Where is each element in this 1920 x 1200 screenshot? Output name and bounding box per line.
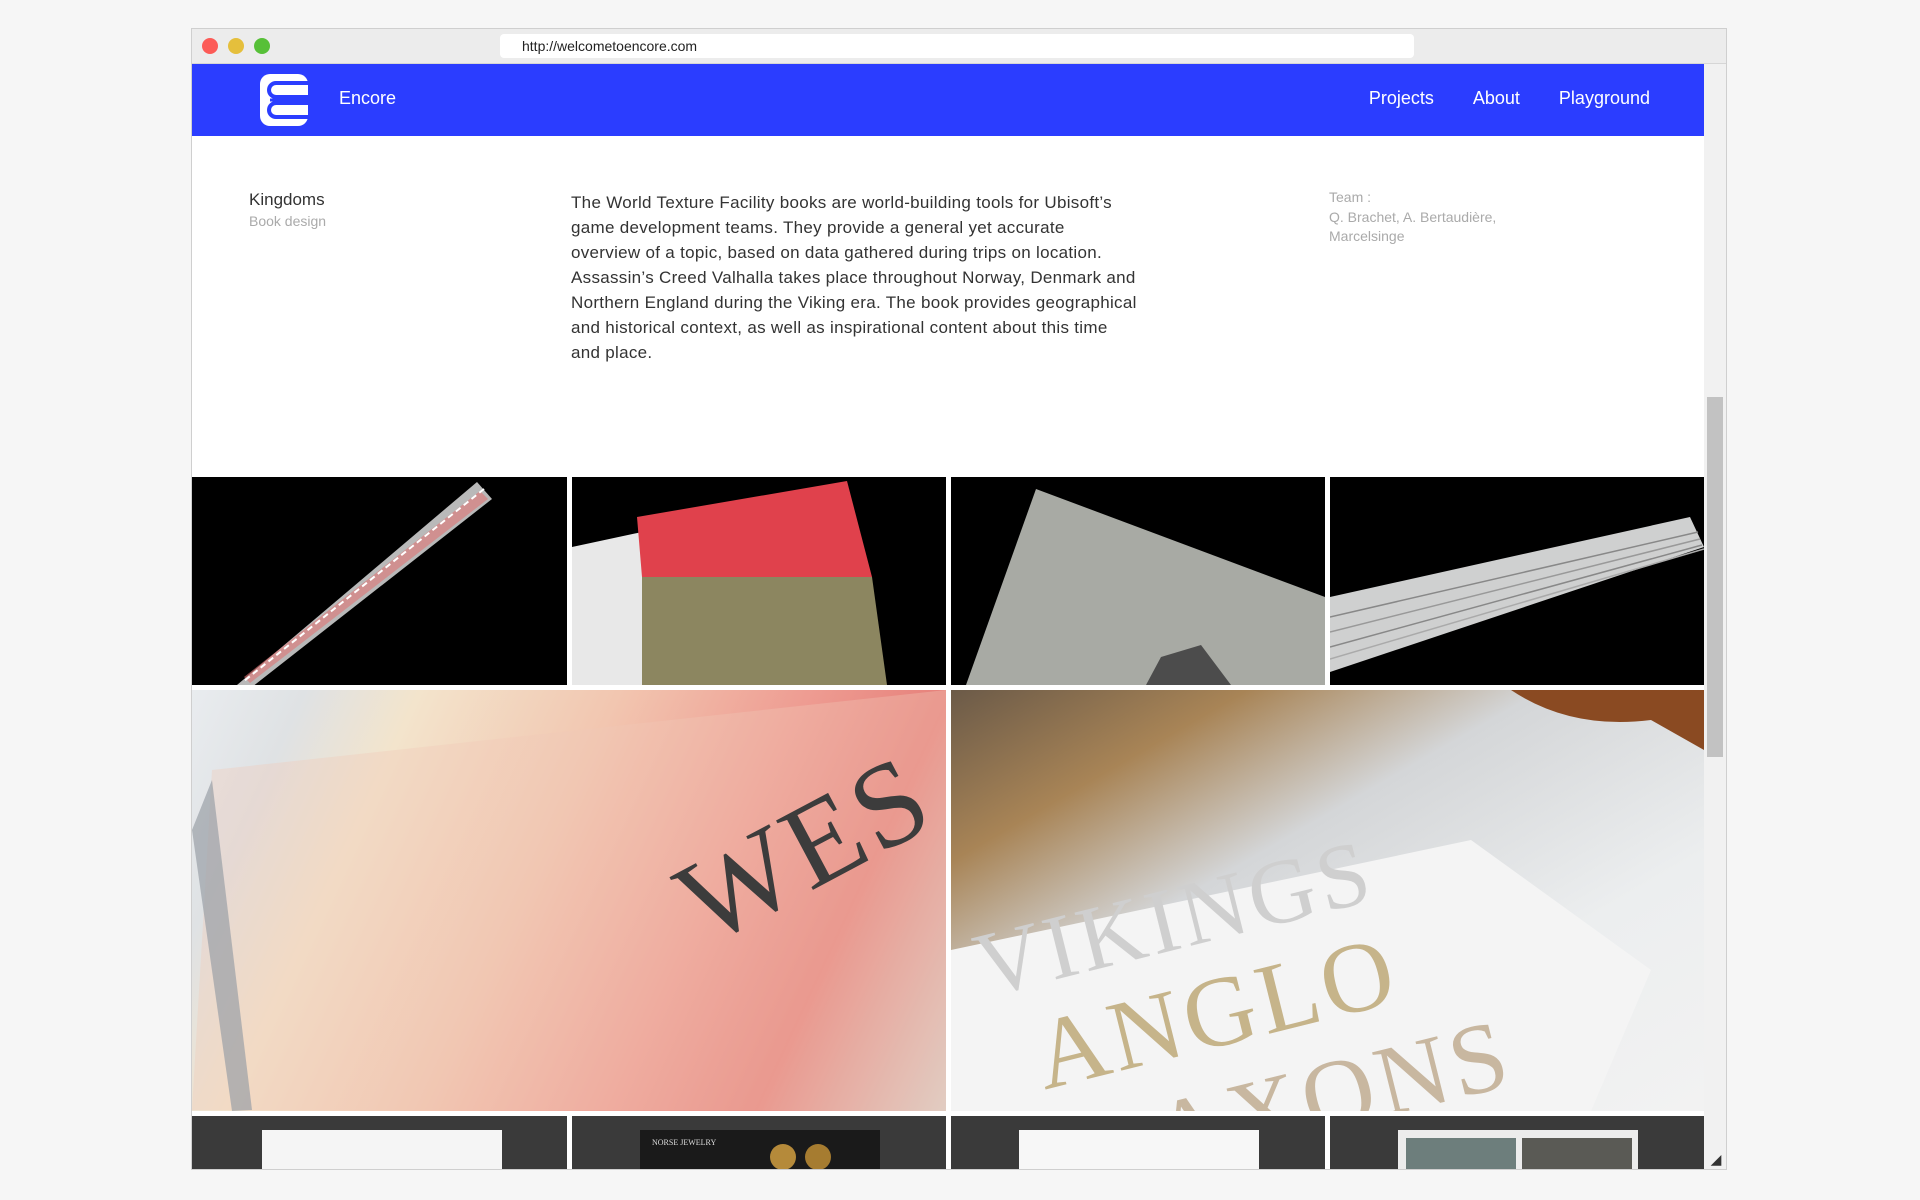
gallery-photo-red-cover[interactable] <box>572 477 946 685</box>
scrollbar-thumb[interactable] <box>1707 397 1723 757</box>
main-navigation: Projects About Playground <box>1369 88 1650 109</box>
team-label: Team : <box>1329 189 1372 205</box>
gallery-photo-vikings-spread[interactable]: VIKINGS ANGLO SAXONS <box>951 690 1704 1111</box>
vertical-scrollbar[interactable] <box>1704 64 1726 1169</box>
landscape-photo-1 <box>1406 1138 1516 1169</box>
address-bar[interactable]: http://welcometoencore.com <box>500 34 1414 58</box>
minimize-window-button[interactable] <box>228 38 244 54</box>
gallery-thumbnail-text-spread[interactable] <box>951 1116 1325 1169</box>
site-header: Encore Projects About Playground <box>192 64 1706 136</box>
gallery-photo-book-spine[interactable] <box>192 477 567 685</box>
diagram-spread <box>262 1130 502 1169</box>
gallery-thumbnail-landscape-spread[interactable] <box>1330 1116 1704 1169</box>
web-page: Encore Projects About Playground Kingdom… <box>192 64 1706 1169</box>
resize-grip-icon[interactable]: ◢ <box>1708 1151 1724 1167</box>
landscape-photo-2 <box>1522 1138 1632 1169</box>
maximize-window-button[interactable] <box>254 38 270 54</box>
project-info: Kingdoms Book design The World Texture F… <box>192 136 1706 426</box>
text-spread <box>1019 1130 1259 1169</box>
encore-logo-icon[interactable] <box>260 74 308 126</box>
gallery-thumbnail-diagram-spread[interactable] <box>192 1116 567 1169</box>
nav-projects-link[interactable]: Projects <box>1369 88 1434 109</box>
brand-link[interactable]: Encore <box>339 88 396 109</box>
coin-2 <box>805 1144 831 1169</box>
coin-1 <box>770 1144 796 1169</box>
project-category: Book design <box>249 213 327 229</box>
team-names: Q. Brachet, A. Bertaudière, Marcelsinge <box>1329 209 1497 244</box>
page-edges-illustration <box>1330 517 1704 672</box>
gallery-photo-page-edges[interactable] <box>1330 477 1704 685</box>
book-spine-illustration <box>237 482 492 685</box>
jewelry-heading: NORSE JEWELRY <box>652 1138 717 1147</box>
nav-about-link[interactable]: About <box>1473 88 1520 109</box>
nav-playground-link[interactable]: Playground <box>1559 88 1650 109</box>
gallery-photo-grey-cover[interactable] <box>951 477 1325 685</box>
browser-window: http://welcometoencore.com Encore Projec… <box>191 28 1727 1170</box>
jewelry-spread: NORSE JEWELRY <box>640 1130 880 1169</box>
grey-cover-illustration <box>966 489 1325 685</box>
landscape-spread <box>1398 1130 1638 1169</box>
title-bar: http://welcometoencore.com <box>192 29 1726 64</box>
gallery-photo-wes-spread[interactable]: WES <box>192 690 946 1111</box>
project-description: The World Texture Facility books are wor… <box>571 193 1137 362</box>
project-title: Kingdoms <box>249 190 325 209</box>
gallery-thumbnail-jewelry-spread[interactable]: NORSE JEWELRY <box>572 1116 946 1169</box>
close-window-button[interactable] <box>202 38 218 54</box>
red-cover-illustration <box>572 481 887 685</box>
